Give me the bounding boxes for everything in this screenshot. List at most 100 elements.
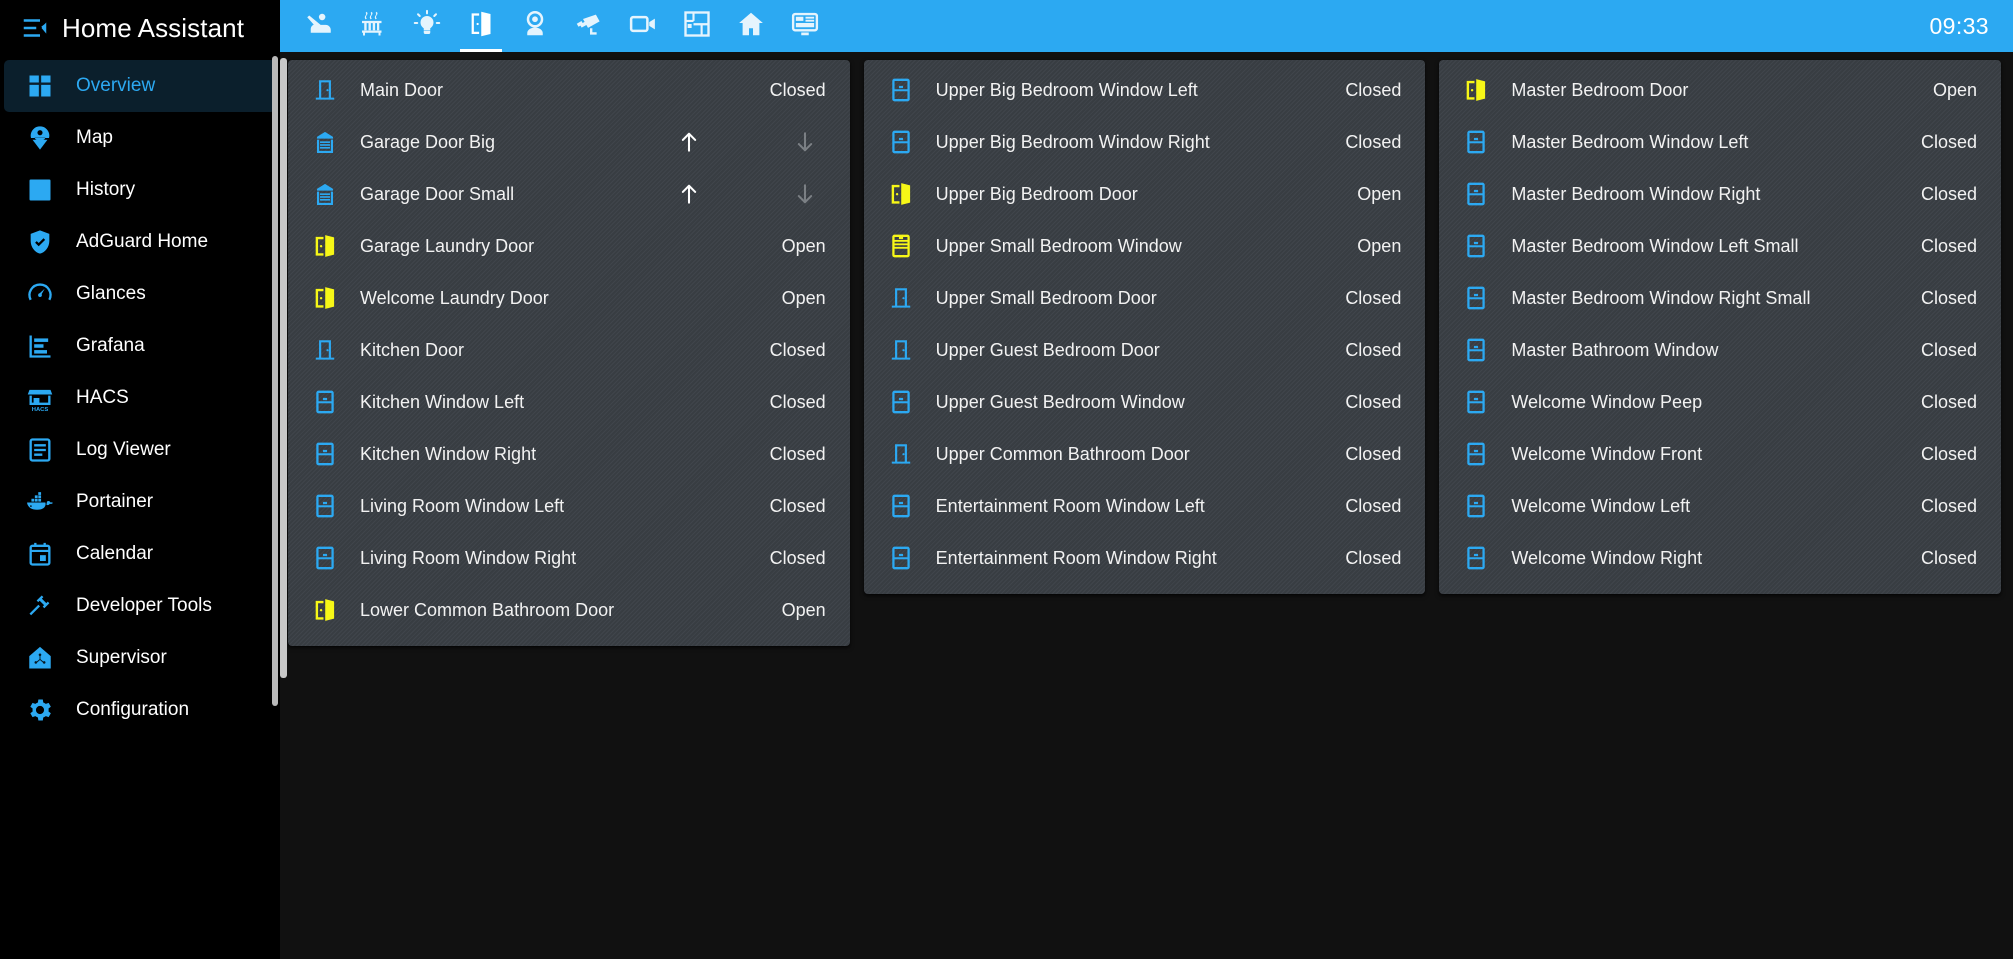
- entity-row[interactable]: Welcome Laundry Door Open: [288, 272, 850, 324]
- cover-close-button[interactable]: [790, 179, 820, 209]
- entity-row[interactable]: Master Bathroom Window Closed: [1439, 324, 2001, 376]
- entity-row[interactable]: Upper Small Bedroom Door Closed: [864, 272, 1426, 324]
- door-closed-icon[interactable]: [308, 337, 342, 363]
- cover-open-button[interactable]: [674, 127, 704, 157]
- entity-row[interactable]: Upper Big Bedroom Window Right Closed: [864, 116, 1426, 168]
- chart-bar-stacked-icon: [16, 332, 64, 360]
- menu-collapse-icon[interactable]: [12, 5, 58, 51]
- entity-row[interactable]: Kitchen Window Left Closed: [288, 376, 850, 428]
- sidebar-item-developer-tools[interactable]: Developer Tools: [4, 580, 276, 632]
- entity-row[interactable]: Master Bedroom Door Open: [1439, 64, 2001, 116]
- window-closed-icon[interactable]: [1459, 233, 1493, 259]
- tab-doors[interactable]: [454, 0, 508, 52]
- window-closed-icon[interactable]: [1459, 181, 1493, 207]
- entity-state: Closed: [1345, 131, 1402, 152]
- entity-row[interactable]: Upper Guest Bedroom Window Closed: [864, 376, 1426, 428]
- tab-dashboard[interactable]: [778, 0, 832, 52]
- cover-open-button[interactable]: [674, 179, 704, 209]
- tab-webcam[interactable]: [508, 0, 562, 52]
- window-closed-icon[interactable]: [1459, 285, 1493, 311]
- window-closed-icon[interactable]: [1459, 545, 1493, 571]
- tab-lights[interactable]: [400, 0, 454, 52]
- sidebar-item-hacs[interactable]: HACS HACS: [4, 372, 276, 424]
- entity-row[interactable]: Garage Laundry Door Open: [288, 220, 850, 272]
- tab-heating[interactable]: [346, 0, 400, 52]
- door-open-icon[interactable]: [308, 285, 342, 311]
- door-closed-icon[interactable]: [884, 337, 918, 363]
- entity-row[interactable]: Kitchen Window Right Closed: [288, 428, 850, 480]
- sidebar-item-history[interactable]: History: [4, 164, 276, 216]
- entity-row[interactable]: Upper Small Bedroom Window Open: [864, 220, 1426, 272]
- entity-row[interactable]: Entertainment Room Window Right Closed: [864, 532, 1426, 584]
- sidebar-item-log-viewer[interactable]: Log Viewer: [4, 424, 276, 476]
- tab-home[interactable]: [724, 0, 778, 52]
- tab-floorplan[interactable]: [670, 0, 724, 52]
- window-closed-icon[interactable]: [308, 441, 342, 467]
- entity-row[interactable]: Master Bedroom Window Left Closed: [1439, 116, 2001, 168]
- entity-row[interactable]: Upper Common Bathroom Door Closed: [864, 428, 1426, 480]
- sidebar-item-label: Grafana: [76, 335, 145, 356]
- door-open-icon[interactable]: [308, 233, 342, 259]
- entity-row[interactable]: Garage Door Big: [288, 116, 850, 168]
- window-closed-icon[interactable]: [1459, 389, 1493, 415]
- tab-lounge[interactable]: [292, 0, 346, 52]
- door-closed-icon[interactable]: [308, 77, 342, 103]
- entity-row[interactable]: Master Bedroom Window Left Small Closed: [1439, 220, 2001, 272]
- tab-video[interactable]: [616, 0, 670, 52]
- entity-row[interactable]: Master Bedroom Window Right Closed: [1439, 168, 2001, 220]
- garage-icon[interactable]: [308, 129, 342, 155]
- cover-close-button[interactable]: [790, 127, 820, 157]
- sidebar-item-grafana[interactable]: Grafana: [4, 320, 276, 372]
- entity-row[interactable]: Upper Big Bedroom Door Open: [864, 168, 1426, 220]
- entity-row[interactable]: Welcome Window Front Closed: [1439, 428, 2001, 480]
- entity-state: Open: [781, 235, 826, 256]
- entity-row[interactable]: Main Door Closed: [288, 64, 850, 116]
- window-closed-icon[interactable]: [1459, 493, 1493, 519]
- window-closed-icon[interactable]: [1459, 129, 1493, 155]
- sidebar-item-portainer[interactable]: Portainer: [4, 476, 276, 528]
- sidebar-item-glances[interactable]: Glances: [4, 268, 276, 320]
- door-closed-icon[interactable]: [884, 441, 918, 467]
- sidebar-item-supervisor[interactable]: Supervisor: [4, 632, 276, 684]
- entity-row[interactable]: Welcome Window Left Closed: [1439, 480, 2001, 532]
- window-closed-icon[interactable]: [884, 493, 918, 519]
- entity-name: Garage Door Small: [360, 183, 515, 204]
- entity-row[interactable]: Entertainment Room Window Left Closed: [864, 480, 1426, 532]
- entity-state: Closed: [1345, 391, 1402, 412]
- sidebar-scrollbar[interactable]: [272, 56, 278, 706]
- window-closed-icon[interactable]: [884, 129, 918, 155]
- entity-row[interactable]: Welcome Window Right Closed: [1439, 532, 2001, 584]
- door-open-icon[interactable]: [884, 181, 918, 207]
- sidebar-item-adguard-home[interactable]: AdGuard Home: [4, 216, 276, 268]
- window-closed-icon[interactable]: [884, 389, 918, 415]
- window-closed-icon[interactable]: [1459, 337, 1493, 363]
- sidebar-item-map[interactable]: Map: [4, 112, 276, 164]
- sidebar-item-overview[interactable]: Overview: [4, 60, 276, 112]
- sidebar-item-calendar[interactable]: Calendar: [4, 528, 276, 580]
- door-open-icon[interactable]: [308, 597, 342, 623]
- door-closed-icon[interactable]: [884, 285, 918, 311]
- entity-row[interactable]: Garage Door Small: [288, 168, 850, 220]
- content-scrollbar[interactable]: [280, 58, 287, 678]
- window-closed-icon[interactable]: [884, 545, 918, 571]
- hammer-icon: [16, 592, 64, 620]
- entity-row[interactable]: Lower Common Bathroom Door Open: [288, 584, 850, 636]
- tab-cctv[interactable]: [562, 0, 616, 52]
- window-closed-icon[interactable]: [308, 389, 342, 415]
- entity-name: Welcome Laundry Door: [360, 287, 549, 308]
- window-closed-icon[interactable]: [884, 77, 918, 103]
- garage-icon[interactable]: [308, 181, 342, 207]
- entity-row[interactable]: Living Room Window Left Closed: [288, 480, 850, 532]
- sidebar-item-configuration[interactable]: Configuration: [4, 684, 276, 736]
- entity-row[interactable]: Master Bedroom Window Right Small Closed: [1439, 272, 2001, 324]
- window-open-icon[interactable]: [884, 233, 918, 259]
- entity-row[interactable]: Kitchen Door Closed: [288, 324, 850, 376]
- door-open-icon[interactable]: [1459, 77, 1493, 103]
- window-closed-icon[interactable]: [308, 493, 342, 519]
- window-closed-icon[interactable]: [308, 545, 342, 571]
- entity-row[interactable]: Upper Guest Bedroom Door Closed: [864, 324, 1426, 376]
- entity-row[interactable]: Living Room Window Right Closed: [288, 532, 850, 584]
- entity-row[interactable]: Welcome Window Peep Closed: [1439, 376, 2001, 428]
- entity-row[interactable]: Upper Big Bedroom Window Left Closed: [864, 64, 1426, 116]
- window-closed-icon[interactable]: [1459, 441, 1493, 467]
